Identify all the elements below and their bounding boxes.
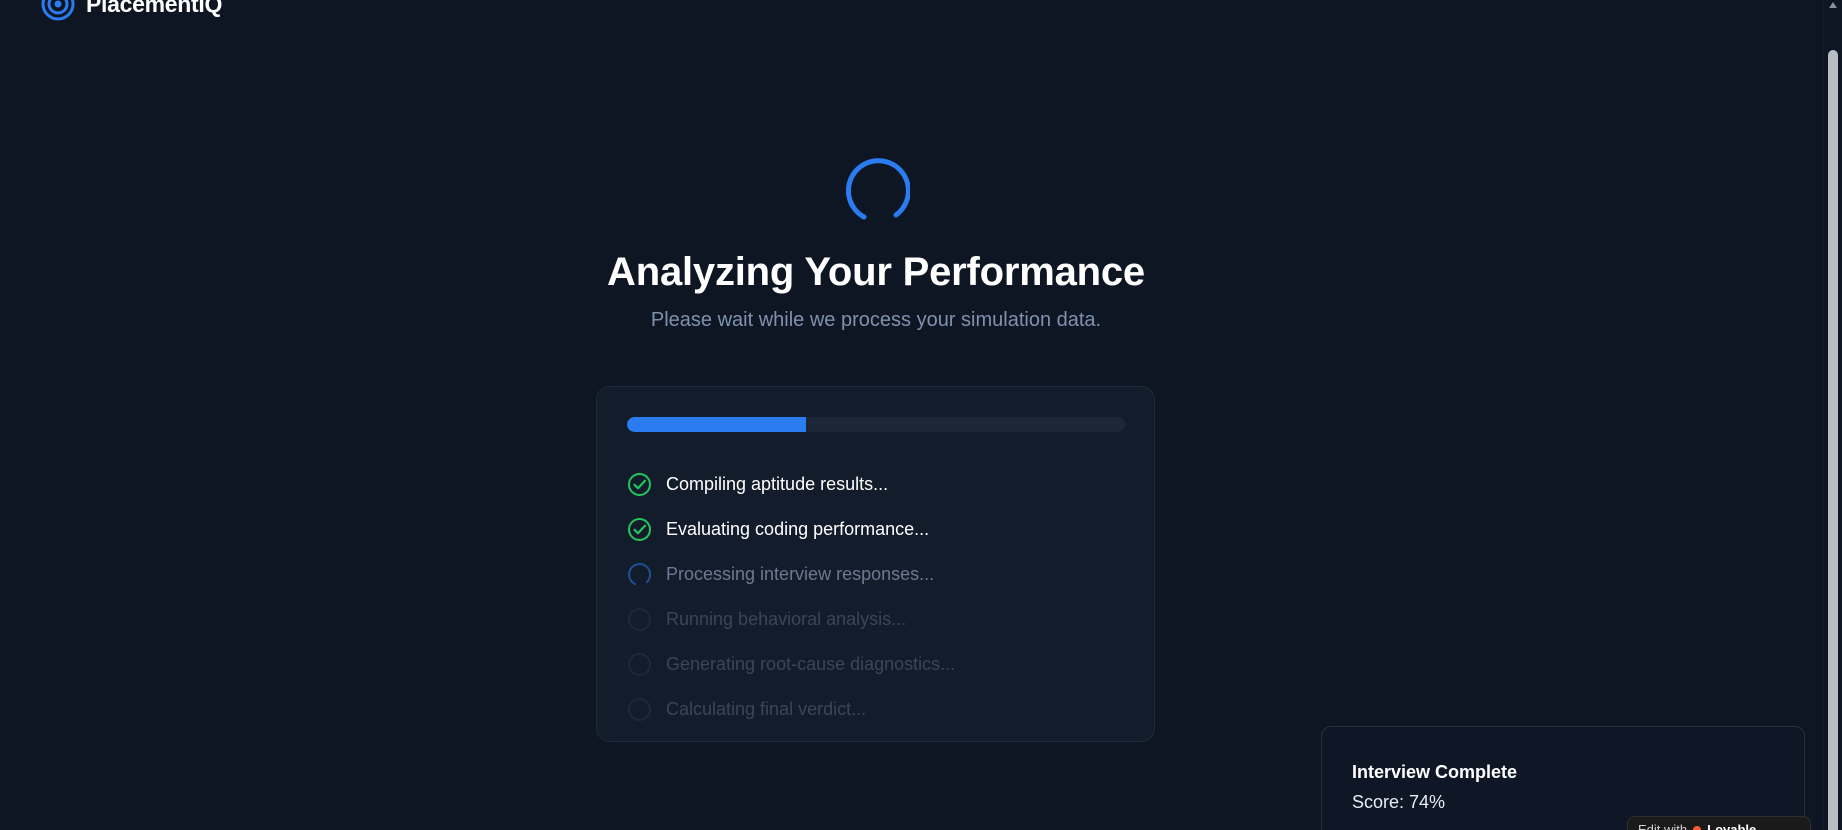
spinner-icon <box>627 562 652 587</box>
step-label: Evaluating coding performance... <box>666 519 930 539</box>
step-item: Calculating final verdict... <box>627 687 955 732</box>
progress-fill <box>627 417 807 432</box>
step-item: Evaluating coding performance... <box>627 507 955 552</box>
step-label: Calculating final verdict... <box>666 699 867 719</box>
scroll-up-icon[interactable] <box>1829 2 1837 8</box>
edit-badge-prefix: Edit with <box>1638 822 1688 830</box>
toast-notification: Interview Complete Score: 74% <box>1321 726 1805 830</box>
toast-title: Interview Complete <box>1352 762 1518 782</box>
heart-icon <box>1693 826 1702 830</box>
step-label: Running behavioral analysis... <box>666 609 907 629</box>
empty-circle-icon <box>627 652 652 677</box>
analysis-card: Compiling aptitude results... Evaluating … <box>596 386 1155 742</box>
edit-badge[interactable]: Edit with Lovable <box>1627 816 1811 830</box>
scrollbar[interactable] <box>1823 0 1842 830</box>
loading-spinner-icon <box>845 158 910 220</box>
step-item: Running behavioral analysis... <box>627 597 955 642</box>
app-name: PlacementIQ <box>86 0 223 17</box>
step-item: Compiling aptitude results... <box>627 462 955 507</box>
step-label: Compiling aptitude results... <box>666 474 889 494</box>
edit-badge-brand: Lovable <box>1707 822 1757 830</box>
page-subtitle: Please wait while we process your simula… <box>650 309 1102 331</box>
progress-bar <box>627 417 1125 432</box>
target-icon <box>41 0 75 21</box>
step-item: Generating root-cause diagnostics... <box>627 642 955 687</box>
step-item: Processing interview responses... <box>627 552 955 597</box>
step-label: Processing interview responses... <box>666 564 935 584</box>
empty-circle-icon <box>627 607 652 632</box>
page-title: Analyzing Your Performance <box>607 250 1145 294</box>
scrollbar-thumb[interactable] <box>1828 50 1838 830</box>
check-circle-icon <box>627 517 652 542</box>
step-label: Generating root-cause diagnostics... <box>666 654 956 674</box>
step-list: Compiling aptitude results... Evaluating … <box>627 462 955 732</box>
check-circle-icon <box>627 472 652 497</box>
toast-score: Score: 74% <box>1352 792 1446 812</box>
logo[interactable]: PlacementIQ <box>40 0 222 22</box>
empty-circle-icon <box>627 697 652 722</box>
page: PlacementIQ Analyzing Your Performance P… <box>0 0 1842 830</box>
